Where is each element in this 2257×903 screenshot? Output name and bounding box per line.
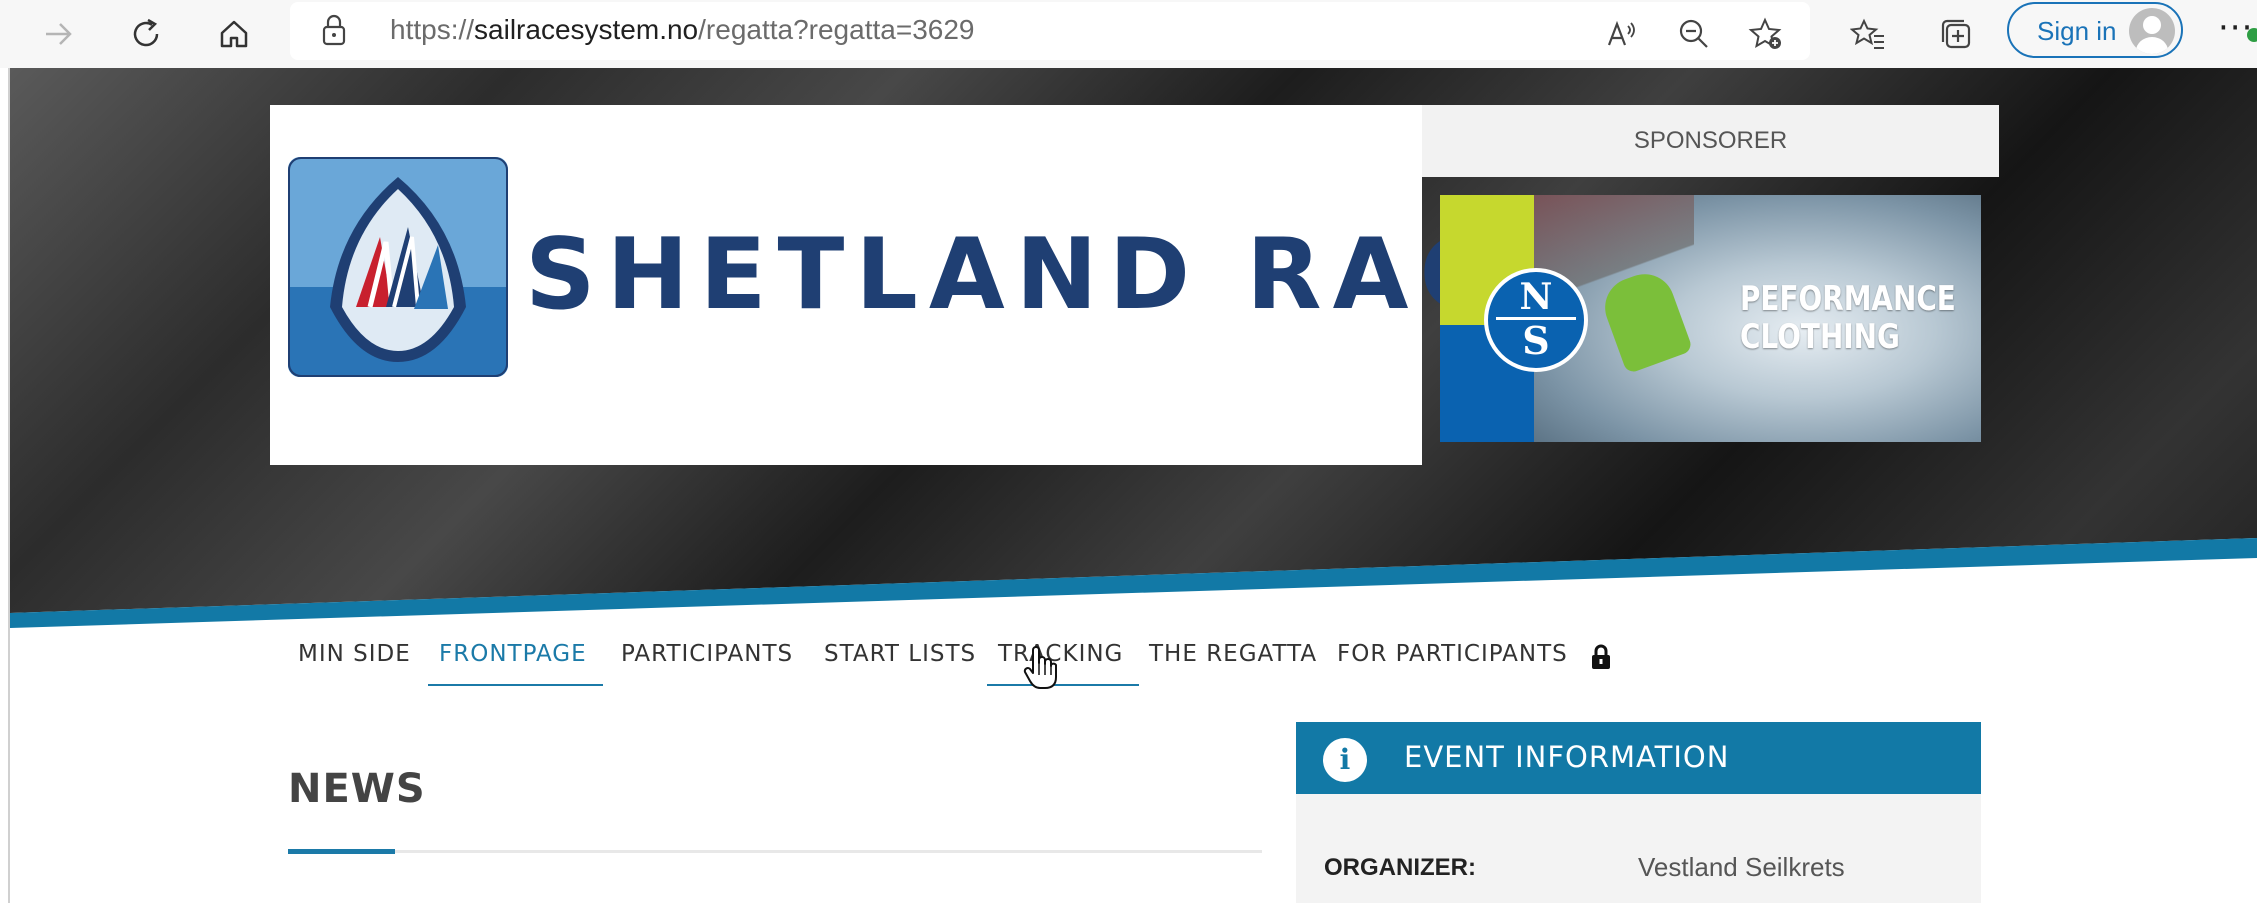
sponsor-ad-banner[interactable]: N S PEFORMANCE CLOTHING <box>1440 195 1981 442</box>
ns-logo-top: N <box>1519 276 1553 318</box>
ad-headline-line1: PEFORMANCE <box>1740 279 1956 319</box>
url-path: /regatta?regatta=3629 <box>698 14 975 45</box>
shetland-race-logo-icon <box>288 157 508 377</box>
collections-icon[interactable] <box>1928 6 1984 62</box>
zoom-out-icon[interactable] <box>1666 6 1722 62</box>
more-icon[interactable]: ··· <box>2218 8 2253 48</box>
profile-icon <box>2129 8 2175 54</box>
event-info-header: i EVENT INFORMATION <box>1296 722 1981 794</box>
home-icon[interactable] <box>206 6 262 62</box>
url-text[interactable]: https://sailracesystem.no/regatta?regatt… <box>390 14 974 46</box>
nav-tracking[interactable]: TRACKING <box>998 641 1123 667</box>
news-divider <box>288 850 1262 853</box>
organizer-label: ORGANIZER: <box>1324 854 1476 881</box>
nav-tracking-hover-underline <box>987 684 1139 686</box>
read-aloud-icon[interactable] <box>1594 6 1650 62</box>
browser-toolbar: https://sailracesystem.no/regatta?regatt… <box>0 0 2257 68</box>
organizer-value: Vestland Seilkrets <box>1638 852 1845 882</box>
news-title: NEWS <box>288 766 426 812</box>
nav-frontpage-underline <box>428 684 603 686</box>
nav-for-participants[interactable]: FOR PARTICIPANTS <box>1337 641 1568 667</box>
ad-headline: PEFORMANCE CLOTHING <box>1740 279 1956 357</box>
refresh-icon[interactable] <box>118 6 174 62</box>
north-sails-logo-icon: N S <box>1484 268 1588 372</box>
favorites-icon[interactable] <box>1840 6 1896 62</box>
lock-icon[interactable] <box>1590 644 1612 674</box>
hand-cursor-icon <box>1023 645 1059 695</box>
add-favorite-icon[interactable] <box>1738 6 1794 62</box>
url-prefix: https:// <box>390 14 475 45</box>
event-info-title: EVENT INFORMATION <box>1404 740 1730 774</box>
sponsor-label: SPONSORER <box>1633 127 1788 154</box>
info-icon: i <box>1323 738 1367 782</box>
event-info-body: ORGANIZER: Vestland Seilkrets <box>1296 794 1981 903</box>
nav-min-side[interactable]: MIN SIDE <box>298 641 411 667</box>
nav-the-regatta[interactable]: THE REGATTA <box>1149 641 1317 667</box>
nav-frontpage[interactable]: FRONTPAGE <box>439 641 587 667</box>
url-host: sailracesystem.no <box>474 14 699 45</box>
ns-logo-bottom: S <box>1522 318 1550 363</box>
ad-headline-line2: CLOTHING <box>1740 317 1900 357</box>
lock-icon[interactable] <box>320 12 348 52</box>
sign-in-label: Sign in <box>2037 16 2117 46</box>
news-divider-accent <box>288 849 395 854</box>
forward-icon[interactable] <box>30 6 86 62</box>
notification-dot <box>2247 28 2257 42</box>
sponsor-header: SPONSORER <box>1422 105 1999 177</box>
nav-start-lists[interactable]: START LISTS <box>824 641 976 667</box>
regatta-brand-name: SHETLAND RACE <box>525 218 1581 332</box>
sign-in-button[interactable]: Sign in <box>2007 2 2183 58</box>
nav-participants[interactable]: PARTICIPANTS <box>621 641 793 667</box>
address-bar[interactable]: https://sailracesystem.no/regatta?regatt… <box>290 2 1810 60</box>
